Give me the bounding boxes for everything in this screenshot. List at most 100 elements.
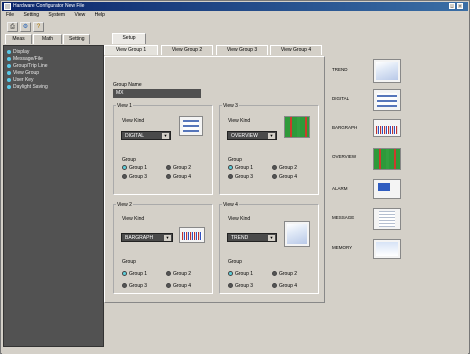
- radio-label: Group 2: [173, 165, 192, 171]
- trend-preview-thumbnail: [373, 59, 401, 83]
- view-2-radio-group-2[interactable]: Group 2: [166, 271, 191, 277]
- title-bar: Hardware Configurator New File _ ×: [2, 2, 468, 11]
- bullet-icon: [7, 56, 11, 61]
- radio-label: Group 2: [279, 165, 298, 171]
- radio-label: Group 1: [235, 165, 254, 171]
- view-4-kind-select[interactable]: TREND ▼: [227, 233, 277, 242]
- radio-unselected-icon: [166, 283, 171, 289]
- tab-view-group-2[interactable]: View Group 2: [161, 45, 213, 55]
- help-icon[interactable]: ?: [33, 22, 44, 32]
- sidebar: Display Message/File Group/Trip Line Vie…: [3, 45, 104, 347]
- bullet-icon: [7, 63, 11, 68]
- close-icon[interactable]: ×: [457, 3, 463, 9]
- view-1-kind-select[interactable]: DIGITAL ▼: [121, 131, 171, 140]
- view-4-title: View 4: [222, 202, 239, 208]
- chevron-down-icon: ▼: [164, 235, 171, 241]
- view-1-group-label: Group: [122, 157, 136, 163]
- tab-setup[interactable]: Setup: [112, 33, 146, 44]
- view-2-kind-select[interactable]: BARGRAPH ▼: [121, 233, 173, 242]
- radio-unselected-icon: [166, 165, 171, 171]
- view-3-title: View 3: [222, 103, 239, 109]
- sidebar-item-group-trip-line[interactable]: Group/Trip Line: [7, 63, 48, 70]
- bargraph-preview-thumbnail: [373, 119, 401, 137]
- menu-help[interactable]: Help: [91, 11, 109, 19]
- radio-selected-icon: [122, 271, 127, 277]
- sidebar-item-view-group[interactable]: View Group: [7, 70, 39, 77]
- radio-unselected-icon: [122, 283, 127, 289]
- view-1-kind-value: DIGITAL: [125, 133, 145, 139]
- sidebar-item-message-file[interactable]: Message/File: [7, 56, 43, 63]
- view-4-kind-value: TREND: [231, 235, 249, 241]
- view-1-radio-group-4[interactable]: Group 4: [166, 174, 191, 180]
- radio-unselected-icon: [272, 283, 277, 289]
- bullet-icon: [7, 84, 11, 89]
- config-icon[interactable]: ⚙: [20, 22, 31, 32]
- view-3-kind-select[interactable]: OVERVIEW ▼: [227, 131, 277, 140]
- menu-system[interactable]: System: [44, 11, 69, 19]
- tab-setting[interactable]: Setting: [63, 34, 90, 44]
- sidebar-item-label: View Group: [13, 70, 40, 76]
- view-4-trend-thumbnail: [284, 221, 310, 247]
- message-type-label: MESSAGE: [332, 215, 355, 220]
- view-1-title: View 1: [116, 103, 133, 109]
- view-4-radio-group-3[interactable]: Group 3: [228, 283, 253, 289]
- radio-label: Group 1: [129, 165, 148, 171]
- radio-label: Group 3: [129, 283, 148, 289]
- radio-unselected-icon: [228, 174, 233, 180]
- tab-view-group-1[interactable]: View Group 1: [104, 45, 158, 55]
- radio-label: Group 2: [173, 271, 192, 277]
- tab-view-group-4[interactable]: View Group 4: [270, 45, 322, 55]
- minimize-icon[interactable]: _: [449, 3, 455, 9]
- sidebar-item-label: Message/File: [13, 56, 43, 62]
- menu-setting[interactable]: Setting: [19, 11, 43, 19]
- radio-label: Group 2: [279, 271, 298, 277]
- view-3-radio-group-1[interactable]: Group 1: [228, 165, 253, 171]
- view-1-radio-group-3[interactable]: Group 3: [122, 174, 147, 180]
- tab-math[interactable]: Math: [33, 34, 62, 44]
- tab-view-group-3[interactable]: View Group 3: [216, 45, 268, 55]
- view-1-kind-label: View Kind: [122, 118, 145, 124]
- view-3-radio-group-4[interactable]: Group 4: [272, 174, 297, 180]
- toolbar: ⎙ ⚙ ?: [2, 20, 468, 33]
- tab-meas[interactable]: Meas: [5, 34, 32, 44]
- view-1-radio-group-2[interactable]: Group 2: [166, 165, 191, 171]
- view-4-radio-group-2[interactable]: Group 2: [272, 271, 297, 277]
- bullet-icon: [7, 70, 11, 75]
- memory-preview-thumbnail: [373, 239, 401, 259]
- sidebar-item-label: Display: [13, 49, 30, 55]
- group-name-input[interactable]: MX: [113, 89, 201, 98]
- view-4-radio-group-4[interactable]: Group 4: [272, 283, 297, 289]
- view-2-radio-group-3[interactable]: Group 3: [122, 283, 147, 289]
- radio-label: Group 4: [279, 174, 298, 180]
- radio-unselected-icon: [122, 174, 127, 180]
- menu-file[interactable]: File: [2, 11, 18, 19]
- print-icon[interactable]: ⎙: [7, 22, 18, 32]
- alarm-type-label: ALARM: [332, 186, 348, 191]
- sidebar-item-display[interactable]: Display: [7, 49, 29, 56]
- view-4-kind-label: View Kind: [228, 216, 251, 222]
- sidebar-item-label: Daylight Saving: [13, 84, 48, 90]
- digital-type-label: DIGITAL: [332, 96, 350, 101]
- app-icon: [4, 3, 11, 10]
- view-2-radio-group-1[interactable]: Group 1: [122, 271, 147, 277]
- sidebar-item-label: User Key: [13, 77, 34, 83]
- view-3-radio-group-3[interactable]: Group 3: [228, 174, 253, 180]
- radio-label: Group 4: [173, 283, 192, 289]
- view-3-kind-label: View Kind: [228, 118, 251, 124]
- sidebar-item-daylight-saving[interactable]: Daylight Saving: [7, 84, 48, 91]
- chevron-down-icon: ▼: [268, 235, 275, 241]
- memory-type-label: MEMORY: [332, 245, 353, 250]
- view-4-radio-group-1[interactable]: Group 1: [228, 271, 253, 277]
- radio-unselected-icon: [166, 174, 171, 180]
- radio-selected-icon: [228, 271, 233, 277]
- menu-view[interactable]: View: [70, 11, 89, 19]
- view-1-radio-group-1[interactable]: Group 1: [122, 165, 147, 171]
- view-3-radio-group-2[interactable]: Group 2: [272, 165, 297, 171]
- radio-unselected-icon: [272, 271, 277, 277]
- view-2-group-label: Group: [122, 259, 136, 265]
- view-2-radio-group-4[interactable]: Group 4: [166, 283, 191, 289]
- sidebar-item-user-key[interactable]: User Key: [7, 77, 34, 84]
- window-title: Hardware Configurator New File: [13, 3, 85, 9]
- radio-unselected-icon: [228, 283, 233, 289]
- app-window: Hardware Configurator New File _ × File …: [0, 0, 470, 354]
